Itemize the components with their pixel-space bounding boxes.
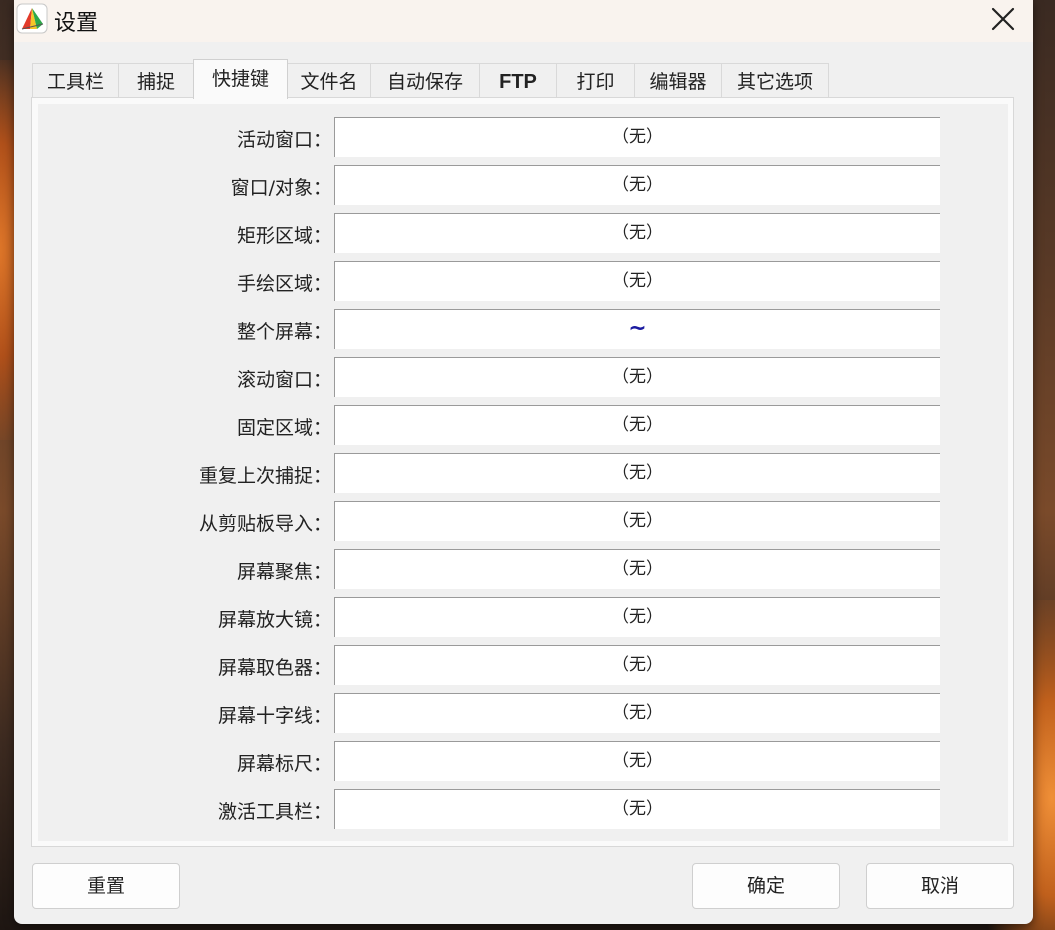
hotkey-row-scrolling-window: 滚动窗口： （无） (38, 357, 1008, 397)
hotkey-field-freehand-region[interactable]: （无） (334, 261, 940, 301)
hotkey-label: 屏幕十字线： (217, 705, 332, 727)
title-bar: 设置 (14, 0, 1033, 42)
hotkey-field-screen-ruler[interactable]: （无） (334, 741, 940, 781)
hotkey-row-fixed-region: 固定区域： （无） (38, 405, 1008, 445)
hotkey-field-scrolling-window[interactable]: （无） (334, 357, 940, 397)
tab-print[interactable]: 打印 (556, 63, 635, 97)
hotkeys-panel: 活动窗口： （无） 窗口/对象： （无） 矩形区域： （无） 手绘区域： （无）… (31, 97, 1014, 847)
hotkey-row-screen-ruler: 屏幕标尺： （无） (38, 741, 1008, 781)
hotkey-label: 重复上次捕捉： (198, 465, 332, 487)
tab-editor[interactable]: 编辑器 (634, 63, 722, 97)
hotkey-row-window-object: 窗口/对象： （无） (38, 165, 1008, 205)
hotkey-label: 激活工具栏： (217, 801, 332, 823)
hotkey-label: 活动窗口： (236, 129, 332, 151)
tab-ftp[interactable]: FTP (479, 63, 557, 97)
tab-autosave[interactable]: 自动保存 (370, 63, 480, 97)
hotkey-field-screen-magnifier[interactable]: （无） (334, 597, 940, 637)
hotkey-field-window-object[interactable]: （无） (334, 165, 940, 205)
hotkey-label: 固定区域： (236, 417, 332, 439)
hotkey-label: 整个屏幕： (236, 321, 332, 343)
hotkey-field-activate-toolbar[interactable]: （无） (334, 789, 940, 829)
hotkey-row-screen-crosshair: 屏幕十字线： （无） (38, 693, 1008, 733)
tab-filename[interactable]: 文件名 (287, 63, 371, 97)
close-icon (991, 7, 1015, 31)
hotkey-field-fixed-region[interactable]: （无） (334, 405, 940, 445)
hotkey-label: 屏幕放大镜： (217, 609, 332, 631)
hotkey-field-import-clipboard[interactable]: （无） (334, 501, 940, 541)
hotkey-field-screen-crosshair[interactable]: （无） (334, 693, 940, 733)
close-button[interactable] (973, 0, 1033, 38)
hotkey-field-rectangle-region[interactable]: （无） (334, 213, 940, 253)
tab-toolbar[interactable]: 工具栏 (32, 63, 119, 97)
settings-dialog: 设置 工具栏 捕捉 快捷键 文件名 自动保存 FTP 打印 编辑器 其它选项 活… (14, 0, 1033, 924)
hotkey-row-repeat-last-capture: 重复上次捕捉： （无） (38, 453, 1008, 493)
hotkey-field-repeat-last-capture[interactable]: （无） (334, 453, 940, 493)
app-logo-icon (16, 2, 48, 34)
hotkey-row-color-picker: 屏幕取色器： （无） (38, 645, 1008, 685)
hotkey-label: 屏幕标尺： (236, 753, 332, 775)
hotkey-label: 屏幕取色器： (217, 657, 332, 679)
hotkey-label: 屏幕聚焦： (236, 561, 332, 583)
hotkey-field-full-screen[interactable]: ~ (334, 309, 940, 349)
hotkey-label: 从剪贴板导入： (198, 513, 332, 535)
hotkey-row-freehand-region: 手绘区域： （无） (38, 261, 1008, 301)
hotkey-row-active-window: 活动窗口： （无） (38, 117, 1008, 157)
hotkey-field-active-window[interactable]: （无） (334, 117, 940, 157)
hotkey-field-color-picker[interactable]: （无） (334, 645, 940, 685)
window-title: 设置 (54, 11, 99, 36)
hotkey-label: 矩形区域： (236, 225, 332, 247)
hotkey-label: 手绘区域： (236, 273, 332, 295)
hotkey-row-screen-magnifier: 屏幕放大镜： （无） (38, 597, 1008, 637)
tab-capture[interactable]: 捕捉 (118, 63, 194, 97)
reset-button[interactable]: 重置 (32, 863, 180, 909)
hotkey-row-import-clipboard: 从剪贴板导入： （无） (38, 501, 1008, 541)
hotkey-label: 窗口/对象： (230, 177, 332, 199)
tab-other-options[interactable]: 其它选项 (721, 63, 829, 97)
hotkey-row-activate-toolbar: 激活工具栏： （无） (38, 789, 1008, 829)
hotkey-field-screen-spotlight[interactable]: （无） (334, 549, 940, 589)
hotkey-row-rectangle-region: 矩形区域： （无） (38, 213, 1008, 253)
hotkey-row-full-screen: 整个屏幕： ~ (38, 309, 1008, 349)
tab-hotkeys[interactable]: 快捷键 (193, 59, 288, 99)
hotkey-row-screen-spotlight: 屏幕聚焦： （无） (38, 549, 1008, 589)
hotkey-label: 滚动窗口： (236, 369, 332, 391)
ok-button[interactable]: 确定 (692, 863, 840, 909)
hotkeys-list: 活动窗口： （无） 窗口/对象： （无） 矩形区域： （无） 手绘区域： （无）… (38, 104, 1008, 841)
cancel-button[interactable]: 取消 (866, 863, 1014, 909)
